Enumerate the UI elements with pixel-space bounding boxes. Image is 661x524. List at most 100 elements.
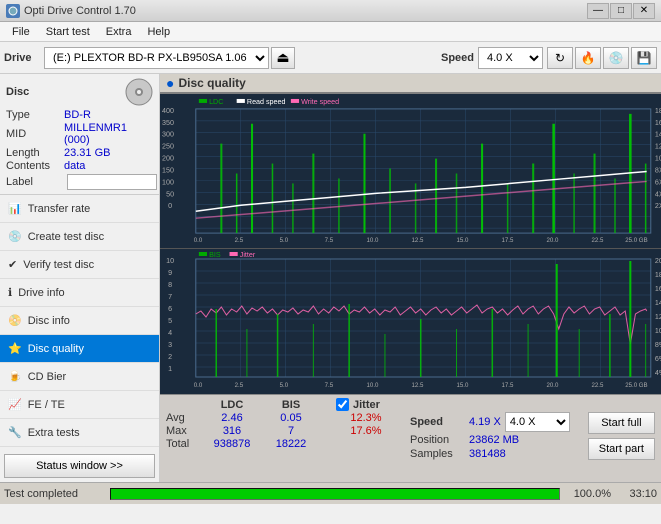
svg-text:12.5: 12.5 <box>412 238 425 244</box>
disc-length-label: Length <box>6 147 64 159</box>
speed-section: Speed 4.19 X 4.0 X Position 23862 MB Sam… <box>410 412 570 460</box>
total-label: Total <box>166 438 198 450</box>
menu-extra[interactable]: Extra <box>98 24 140 40</box>
svg-text:0.0: 0.0 <box>194 383 203 389</box>
sidebar: Disc Type BD-R MID MILLENMR1 (000) Lengt… <box>0 74 160 482</box>
svg-text:18%: 18% <box>655 272 661 279</box>
fe-te-icon: 📈 <box>8 398 22 411</box>
drive-label: Drive <box>4 52 40 64</box>
jitter-checkbox[interactable] <box>336 398 349 411</box>
disc-length-row: Length 23.31 GB <box>6 147 153 159</box>
disc-quality-icon: ⭐ <box>8 342 22 355</box>
start-full-button[interactable]: Start full <box>588 412 655 434</box>
sidebar-item-fe-te[interactable]: 📈 FE / TE <box>0 391 159 419</box>
svg-text:22.5: 22.5 <box>591 238 604 244</box>
disc-length-value: 23.31 GB <box>64 147 110 159</box>
eject-button[interactable]: ⏏ <box>271 47 295 69</box>
menu-file[interactable]: File <box>4 24 38 40</box>
menu-help[interactable]: Help <box>139 24 178 40</box>
app-icon <box>6 4 20 18</box>
burn-button[interactable]: 🔥 <box>575 47 601 69</box>
verify-test-disc-label: Verify test disc <box>23 259 94 271</box>
window-controls: — □ ✕ <box>587 3 655 19</box>
disc-type-label: Type <box>6 109 64 121</box>
svg-text:2.5: 2.5 <box>235 383 244 389</box>
svg-text:16X: 16X <box>655 120 661 127</box>
nav-items: 📊 Transfer rate 💿 Create test disc ✔ Ver… <box>0 195 159 450</box>
svg-text:18X: 18X <box>655 108 661 115</box>
speed-select[interactable]: 4.0 X 2.0 X 6.0 X 8.0 X <box>478 47 543 69</box>
speed-header: Speed <box>410 416 465 428</box>
svg-text:7.5: 7.5 <box>325 383 334 389</box>
ldc-chart-svg: LDC Read speed Write speed 400 350 300 2… <box>160 94 661 248</box>
sidebar-item-verify-test-disc[interactable]: ✔ Verify test disc <box>0 251 159 279</box>
sidebar-item-cd-bier[interactable]: 🍺 CD Bier <box>0 363 159 391</box>
samples-label: Samples <box>410 448 465 460</box>
refresh-button[interactable]: ↻ <box>547 47 573 69</box>
maximize-button[interactable]: □ <box>610 3 632 19</box>
sidebar-item-disc-info[interactable]: 📀 Disc info <box>0 307 159 335</box>
disc-header: Disc <box>6 78 153 106</box>
progress-percent: 100.0% <box>566 488 611 500</box>
svg-text:10.0: 10.0 <box>367 383 380 389</box>
disc-label-input[interactable] <box>67 174 157 190</box>
svg-text:Jitter: Jitter <box>240 252 256 259</box>
start-buttons: Start full Start part <box>588 412 655 460</box>
svg-text:17.5: 17.5 <box>501 238 514 244</box>
disc-contents-label: Contents <box>6 160 64 172</box>
transfer-rate-icon: 📊 <box>8 202 22 215</box>
stats-bar: LDC BIS Jitter Avg 2.46 0.05 12.3% Max 3… <box>160 394 661 482</box>
verify-test-disc-icon: ✔ <box>8 258 17 271</box>
drive-info-label: Drive info <box>18 287 64 299</box>
sidebar-item-create-test-disc[interactable]: 💿 Create test disc <box>0 223 159 251</box>
total-bis: 18222 <box>266 438 316 450</box>
svg-text:4%: 4% <box>655 370 661 377</box>
svg-text:7: 7 <box>168 294 172 301</box>
svg-text:25.0 GB: 25.0 GB <box>625 238 647 244</box>
svg-text:0.0: 0.0 <box>194 238 203 244</box>
svg-text:Read speed: Read speed <box>247 99 286 106</box>
save-button[interactable]: 💾 <box>631 47 657 69</box>
sidebar-item-extra-tests[interactable]: 🔧 Extra tests <box>0 419 159 447</box>
svg-text:15.0: 15.0 <box>457 383 470 389</box>
svg-text:5: 5 <box>168 318 172 325</box>
svg-text:Write speed: Write speed <box>301 99 339 106</box>
total-ldc: 938878 <box>202 438 262 450</box>
minimize-button[interactable]: — <box>587 3 609 19</box>
svg-text:5.0: 5.0 <box>280 383 289 389</box>
sidebar-item-drive-info[interactable]: ℹ Drive info <box>0 279 159 307</box>
content-area: Disc Type BD-R MID MILLENMR1 (000) Lengt… <box>0 74 661 482</box>
svg-text:12%: 12% <box>655 314 661 321</box>
menu-start-test[interactable]: Start test <box>38 24 98 40</box>
drive-select[interactable]: (E:) PLEXTOR BD-R PX-LB950SA 1.06 <box>44 47 269 69</box>
sidebar-item-disc-quality[interactable]: ⭐ Disc quality <box>0 335 159 363</box>
svg-text:150: 150 <box>162 168 174 175</box>
disc-info-label: Disc info <box>28 315 70 327</box>
bis-chart-svg: BIS Jitter 10 9 8 7 6 5 4 3 2 1 20% 1 <box>160 249 661 394</box>
svg-text:350: 350 <box>162 120 174 127</box>
right-panel: ● Disc quality <box>160 74 661 482</box>
svg-text:5.0: 5.0 <box>280 238 289 244</box>
disc-action-button[interactable]: 💿 <box>603 47 629 69</box>
bis-col-header: BIS <box>266 399 316 411</box>
max-bis: 7 <box>266 425 316 437</box>
max-jitter: 17.6% <box>336 425 396 437</box>
disc-mid-value: MILLENMR1 (000) <box>64 122 153 146</box>
elapsed-time: 33:10 <box>617 488 657 500</box>
speed-select-stats[interactable]: 4.0 X <box>505 412 570 432</box>
svg-text:7.5: 7.5 <box>325 238 334 244</box>
sidebar-item-transfer-rate[interactable]: 📊 Transfer rate <box>0 195 159 223</box>
svg-text:25.0 GB: 25.0 GB <box>625 383 647 389</box>
disc-quality-label: Disc quality <box>28 343 84 355</box>
svg-text:8%: 8% <box>655 342 661 349</box>
svg-text:300: 300 <box>162 132 174 139</box>
status-window-button[interactable]: Status window >> <box>4 454 155 478</box>
start-part-button[interactable]: Start part <box>588 438 655 460</box>
progress-bar <box>110 488 560 500</box>
close-button[interactable]: ✕ <box>633 3 655 19</box>
disc-label-label: Label <box>6 176 64 188</box>
svg-text:16%: 16% <box>655 286 661 293</box>
svg-text:17.5: 17.5 <box>501 383 514 389</box>
bis-chart: BIS Jitter 10 9 8 7 6 5 4 3 2 1 20% 1 <box>160 249 661 394</box>
status-bar: Test completed 100.0% 33:10 <box>0 482 661 504</box>
